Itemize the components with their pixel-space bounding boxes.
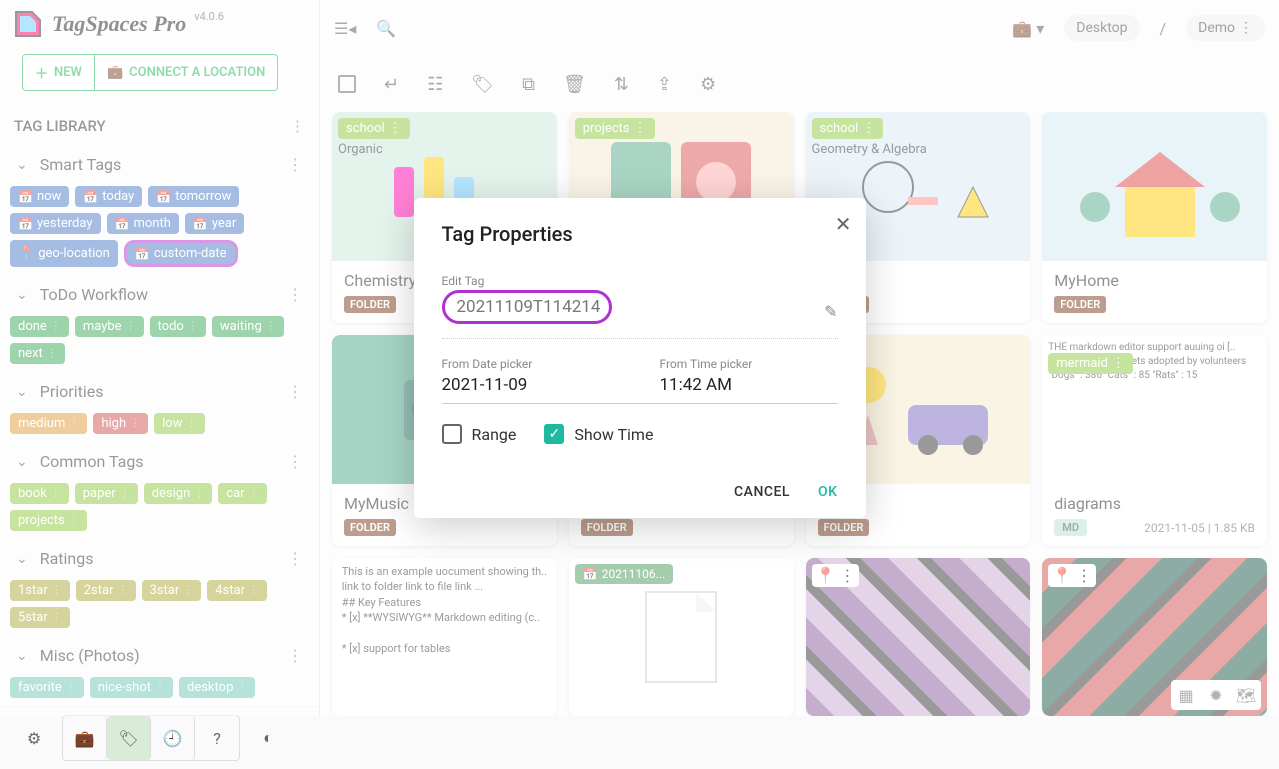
history-tab-icon[interactable]: 🕘 — [151, 716, 195, 760]
from-date-label: From Date picker — [442, 357, 620, 371]
theme-toggle-icon[interactable]: ◐ — [246, 716, 290, 760]
checkbox-unchecked-icon — [442, 424, 462, 444]
checkbox-checked-icon: ✓ — [544, 424, 564, 444]
range-label: Range — [472, 425, 517, 444]
cancel-button[interactable]: CANCEL — [734, 484, 790, 500]
range-checkbox[interactable]: Range — [442, 424, 517, 444]
settings-icon[interactable]: ⚙ — [12, 716, 56, 760]
from-time-label: From Time picker — [660, 357, 838, 371]
tag-input-highlight: 20211109T114214 — [442, 290, 612, 324]
modal-overlay: Tag Properties ✕ Edit Tag 20211109T11421… — [0, 0, 1279, 716]
show-time-checkbox[interactable]: ✓ Show Time — [544, 424, 653, 444]
tag-value-input[interactable]: 20211109T114214 — [457, 297, 601, 317]
modal-title: Tag Properties — [442, 222, 838, 246]
show-time-label: Show Time — [574, 425, 653, 444]
edit-icon[interactable]: ✎ — [824, 302, 837, 321]
tags-tab-icon[interactable]: 🏷 — [107, 716, 151, 760]
from-time-input[interactable]: 11:42 AM — [660, 375, 838, 395]
edit-tag-label: Edit Tag — [442, 274, 838, 288]
ok-button[interactable]: OK — [818, 484, 838, 500]
help-tab-icon[interactable]: ? — [195, 716, 239, 760]
locations-tab-icon[interactable]: 💼 — [63, 716, 107, 760]
tag-properties-modal: Tag Properties ✕ Edit Tag 20211109T11421… — [414, 198, 866, 518]
from-date-input[interactable]: 2021-11-09 — [442, 375, 620, 395]
close-icon[interactable]: ✕ — [835, 212, 852, 236]
